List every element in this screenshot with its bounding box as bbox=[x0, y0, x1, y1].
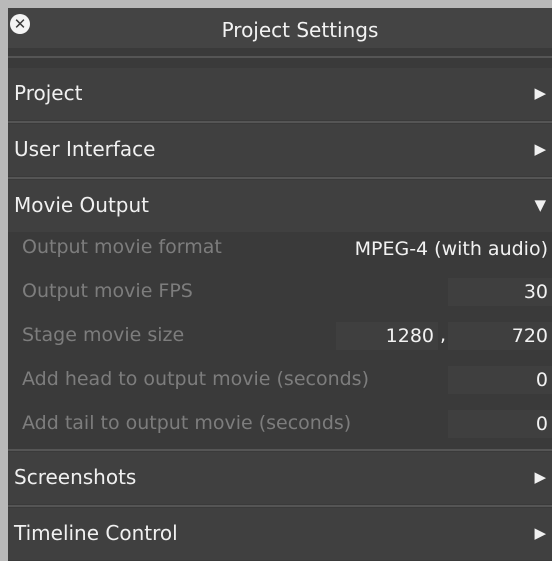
section-movie-output-label: Movie Output bbox=[14, 193, 150, 217]
title-bar: ✕ Project Settings bbox=[8, 8, 552, 48]
stage-height-field[interactable]: 720 bbox=[448, 322, 552, 350]
section-timeline-control-label: Timeline Control bbox=[14, 521, 178, 545]
head-seconds-label: Add head to output movie (seconds) bbox=[22, 368, 369, 390]
divider bbox=[8, 56, 552, 58]
section-project-label: Project bbox=[14, 81, 83, 105]
output-format-label: Output movie format bbox=[22, 236, 222, 258]
head-seconds-field[interactable]: 0 bbox=[448, 366, 552, 394]
arrow-right-icon[interactable]: ▶ bbox=[534, 140, 546, 158]
arrow-right-icon[interactable]: ▶ bbox=[534, 84, 546, 102]
divider bbox=[8, 121, 552, 123]
section-project[interactable]: Project ▶ bbox=[8, 68, 552, 120]
section-screenshots-label: Screenshots bbox=[14, 465, 137, 489]
output-fps-field[interactable]: 30 bbox=[448, 278, 552, 306]
divider bbox=[8, 449, 552, 451]
window-title: Project Settings bbox=[221, 18, 379, 42]
output-fps-label: Output movie FPS bbox=[22, 280, 193, 302]
section-screenshots[interactable]: Screenshots ▶ bbox=[8, 452, 552, 504]
stage-width-field[interactable]: 1280 bbox=[336, 322, 438, 350]
project-settings-panel: ✕ Project Settings Project ▶ User Interf… bbox=[8, 8, 552, 561]
divider bbox=[8, 177, 552, 179]
tail-seconds-label: Add tail to output movie (seconds) bbox=[22, 412, 352, 434]
size-separator: , bbox=[440, 324, 447, 346]
divider bbox=[8, 505, 552, 507]
section-timeline-control[interactable]: Timeline Control ▶ bbox=[8, 508, 552, 560]
arrow-right-icon[interactable]: ▶ bbox=[534, 468, 546, 486]
section-user-interface-label: User Interface bbox=[14, 137, 156, 161]
output-format-dropdown[interactable]: MPEG-4 (with audio) bbox=[300, 238, 548, 260]
arrow-right-icon[interactable]: ▶ bbox=[534, 524, 546, 542]
tail-seconds-field[interactable]: 0 bbox=[448, 410, 552, 438]
section-user-interface[interactable]: User Interface ▶ bbox=[8, 124, 552, 176]
stage-size-label: Stage movie size bbox=[22, 324, 185, 346]
section-movie-output[interactable]: Movie Output ▼ bbox=[8, 180, 552, 232]
arrow-down-icon[interactable]: ▼ bbox=[534, 196, 546, 214]
